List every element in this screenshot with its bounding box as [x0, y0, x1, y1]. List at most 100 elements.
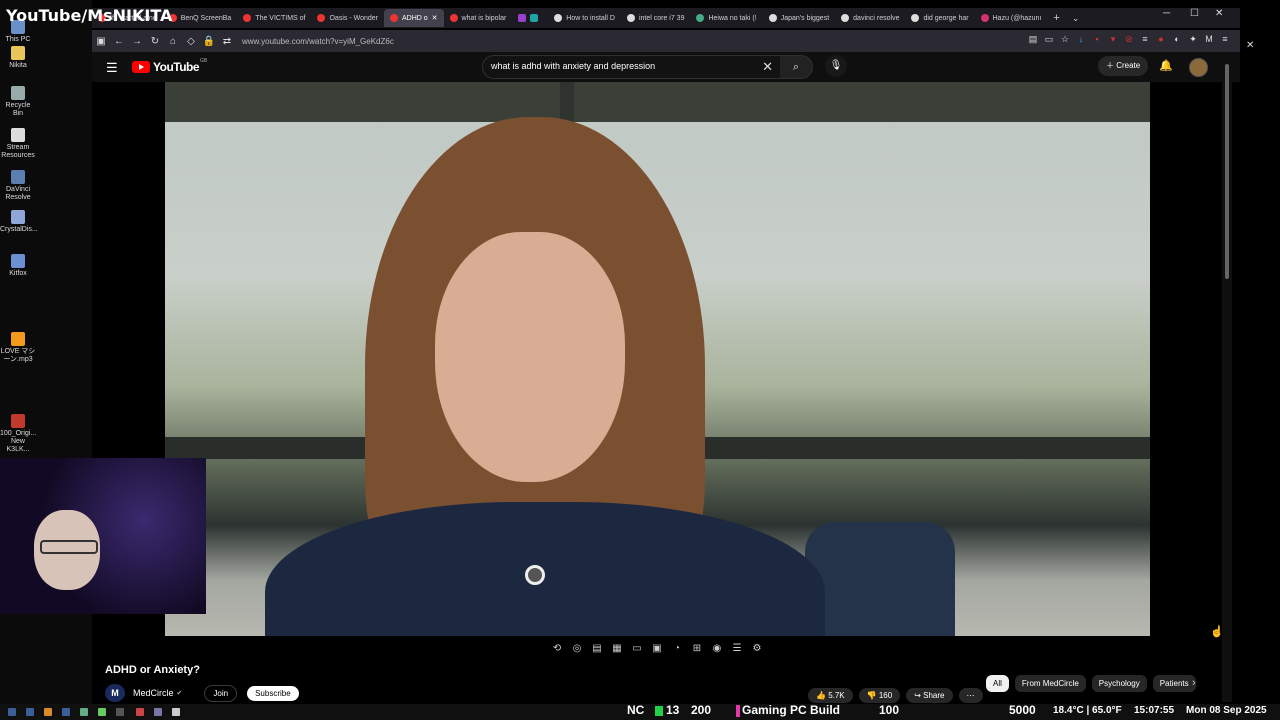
speed-icon[interactable]: ◔	[670, 643, 684, 654]
loop-icon[interactable]: ⟲	[550, 643, 564, 654]
join-button[interactable]: Join	[204, 684, 238, 702]
address-bar[interactable]: www.youtube.com/watch?v=yiM_GeKdZ6c	[242, 37, 394, 46]
account-avatar[interactable]	[1189, 58, 1208, 77]
audio-icon[interactable]: ◎	[570, 643, 584, 654]
browser-tab[interactable]: did george har	[905, 9, 974, 27]
desktop-icon-recycle-bin[interactable]: Recycle Bin	[0, 86, 36, 118]
desktop-icon-davinci[interactable]: DaVinci Resolve	[0, 170, 36, 202]
maximize-icon[interactable]: ☐	[1190, 8, 1199, 19]
browser-tab[interactable]: davinci resolve	[835, 9, 905, 27]
taskbar-app-icon[interactable]	[80, 708, 88, 716]
browser-tab[interactable]: intel core i7 39	[621, 9, 691, 27]
transcript-icon[interactable]: ☰	[730, 643, 744, 654]
browser-tab[interactable]: Hazu (@hazunı	[975, 9, 1048, 27]
shield-icon[interactable]: ◇	[182, 36, 200, 47]
subtitles-icon[interactable]: ▤	[590, 643, 604, 654]
menu-icon[interactable]: ≡	[1220, 34, 1230, 44]
start-icon[interactable]	[8, 708, 16, 716]
channel-avatar[interactable]: M	[105, 684, 125, 702]
chip-psychology[interactable]: Psychology	[1091, 675, 1147, 692]
chip-patients[interactable]: Patients	[1152, 675, 1196, 692]
tab-close-icon[interactable]: ✕	[432, 14, 438, 22]
subscribe-button[interactable]: Subscribe	[247, 685, 299, 701]
youtube-logo[interactable]: YouTube GB	[132, 58, 207, 74]
browser-tab[interactable]	[512, 9, 548, 27]
home-icon[interactable]: ⌂	[164, 36, 182, 47]
guide-menu-icon[interactable]: ☰	[106, 60, 118, 76]
chips-next-chevron-icon[interactable]: ›	[1192, 677, 1196, 689]
youtube-header: ☰ YouTube GB what is adhd with anxiety a…	[92, 52, 1240, 82]
chip-all[interactable]: All	[986, 675, 1009, 692]
browser-tab[interactable]: How to install D	[548, 9, 621, 27]
lock-icon[interactable]: 🔒	[200, 36, 218, 47]
clip-icon[interactable]: ▦	[610, 643, 624, 654]
tab-list-chevron-icon[interactable]: ⌄	[1066, 9, 1086, 27]
extension-icon[interactable]: ≡	[1140, 34, 1150, 44]
scrollbar-thumb[interactable]	[1225, 64, 1229, 279]
channel-name[interactable]: MedCircle	[133, 688, 174, 698]
video-frame[interactable]	[165, 82, 1150, 636]
browser-tab[interactable]: The VICTIMS of	[237, 9, 311, 27]
extension-icon[interactable]: ⊘	[1124, 34, 1134, 44]
desktop-icon-love-mp3[interactable]: LOVE マシーン.mp3	[0, 332, 36, 364]
search-button[interactable]: ⌕	[780, 55, 813, 79]
theater-icon[interactable]: ▭	[630, 643, 644, 654]
dislike-button[interactable]: 👎 160	[858, 688, 901, 703]
extensions-puzzle-icon[interactable]: ✦	[1188, 34, 1198, 44]
page-scrollbar[interactable]	[1222, 52, 1232, 702]
google-favicon-icon	[911, 14, 920, 22]
taskbar-app-icon[interactable]	[26, 708, 34, 716]
browser-tab[interactable]: Heiwa no taki (!	[690, 9, 762, 27]
voice-search-mic-icon[interactable]: 🎙	[825, 55, 847, 77]
settings-gear-icon[interactable]: ⚙	[750, 643, 764, 654]
search-input[interactable]: what is adhd with anxiety and depression…	[482, 55, 782, 79]
reload-icon[interactable]: ↻	[146, 36, 164, 47]
video-player[interactable]	[92, 82, 1222, 638]
browser-tab-active[interactable]: ADHD o ✕	[383, 9, 444, 27]
minimize-icon[interactable]: ─	[1163, 8, 1170, 19]
add-icon[interactable]: ⊞	[690, 643, 704, 654]
permissions-icon[interactable]: ⇄	[218, 36, 236, 47]
sidebar-toggle-icon[interactable]: ▣	[92, 36, 110, 47]
browser-tab[interactable]: Oasis - Wonder	[311, 9, 384, 27]
desktop-icon-100-origi[interactable]: 100_Origi... New K3LK...	[0, 414, 36, 454]
extension-icon[interactable]: ◐	[1172, 34, 1182, 44]
desktop-icon-crystaldisk[interactable]: CrystalDis...	[0, 210, 38, 234]
desktop-icon-nikita[interactable]: Nikita	[0, 46, 36, 70]
desktop-icon-kitfox[interactable]: Kitfox	[0, 254, 36, 278]
desktop-icon-stream-resources[interactable]: Stream Resources	[0, 128, 36, 160]
close-window-icon[interactable]: ✕	[1215, 8, 1223, 19]
taskbar-app-icon[interactable]	[98, 708, 106, 716]
sidebar-close-icon[interactable]: ✕	[1246, 40, 1254, 51]
browser-tab[interactable]: BenQ ScreenBa	[163, 9, 238, 27]
bookmark-star-icon[interactable]: ☆	[1060, 34, 1070, 44]
new-tab-button[interactable]: +	[1047, 9, 1065, 27]
extension-icon[interactable]: ●	[1156, 34, 1166, 44]
taskbar-app-icon[interactable]	[116, 708, 124, 716]
more-actions-icon[interactable]: ⋯	[958, 688, 983, 703]
pip-icon[interactable]: ▭	[1044, 34, 1054, 44]
extension-icon[interactable]: ▾	[1108, 34, 1118, 44]
notifications-bell-icon[interactable]: 🔔	[1159, 59, 1173, 72]
taskbar-app-icon[interactable]	[44, 708, 52, 716]
stat-200: 200	[691, 703, 712, 717]
back-icon[interactable]: ←	[110, 36, 128, 47]
download-icon[interactable]: ↓	[1076, 34, 1086, 44]
account-icon[interactable]: M	[1204, 34, 1214, 44]
extension-icon[interactable]: ▪	[1092, 34, 1102, 44]
browser-tab[interactable]: what is bipolar	[444, 9, 513, 27]
taskbar-app-icon[interactable]	[154, 708, 162, 716]
chip-from-medcircle[interactable]: From MedCircle	[1014, 675, 1086, 692]
share-button[interactable]: ↪ Share	[906, 688, 953, 703]
clear-search-icon[interactable]: ✕	[762, 59, 773, 75]
forward-icon[interactable]: →	[128, 36, 146, 47]
mini-player-icon[interactable]: ▣	[650, 643, 664, 654]
like-button[interactable]: 👍 5.7K	[808, 688, 853, 703]
taskbar-app-icon[interactable]	[136, 708, 144, 716]
screenshot-camera-icon[interactable]: ◉	[710, 643, 724, 654]
taskbar-app-icon[interactable]	[172, 708, 180, 716]
reader-icon[interactable]: ▤	[1028, 34, 1038, 44]
taskbar-app-icon[interactable]	[62, 708, 70, 716]
browser-tab[interactable]: Japan's biggest	[763, 9, 835, 27]
create-button[interactable]: ＋ Create	[1098, 56, 1149, 76]
